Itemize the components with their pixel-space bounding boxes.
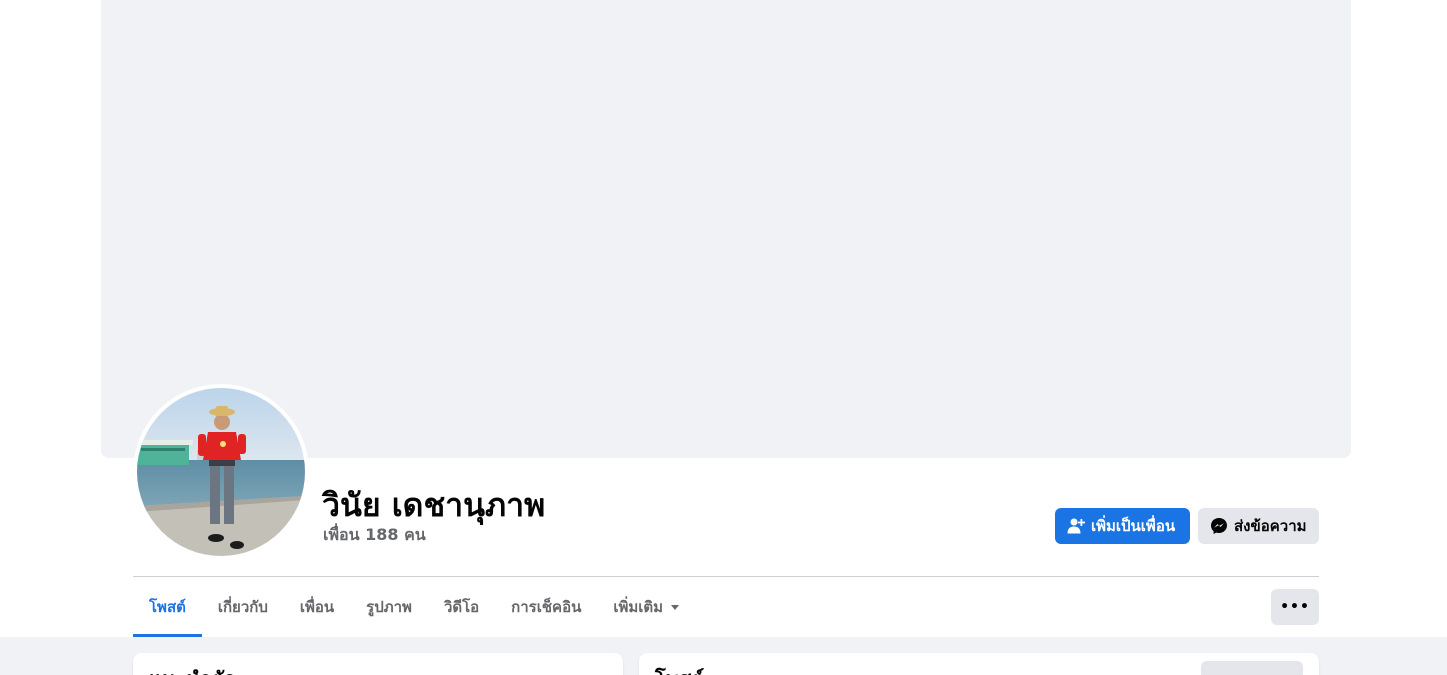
profile-picture[interactable] [137, 388, 305, 556]
caret-down-icon [671, 604, 680, 610]
friend-count[interactable]: เพื่อน 188 คน [323, 523, 426, 548]
tab-photos[interactable]: รูปภาพ [350, 577, 428, 637]
profile-tabs: โพสต์ เกี่ยวกับ เพื่อน รูปภาพ วิดีโอ การ… [133, 577, 695, 637]
posts-card: โพสต์ ตัวกรอง [639, 653, 1319, 675]
profile-picture-frame [133, 384, 309, 560]
send-message-button[interactable]: ส่งข้อความ [1198, 508, 1319, 544]
intro-title: แนะนำตัว [149, 663, 235, 675]
profile-photo-image [137, 388, 305, 556]
person-plus-icon [1067, 517, 1085, 535]
tab-checkins[interactable]: การเช็คอิน [495, 577, 597, 637]
send-message-label: ส่งข้อความ [1234, 517, 1307, 535]
tab-more[interactable]: เพิ่มเติม [597, 577, 695, 637]
add-friend-button[interactable]: เพิ่มเป็นเพื่อน [1055, 508, 1190, 544]
filter-button[interactable]: ตัวกรอง [1201, 661, 1303, 675]
tab-more-label: เพิ่มเติม [613, 598, 664, 616]
add-friend-label: เพิ่มเป็นเพื่อน [1091, 517, 1176, 535]
intro-card: แนะนำตัว [133, 653, 623, 675]
cover-photo[interactable] [101, 0, 1351, 458]
tab-friends[interactable]: เพื่อน [284, 577, 350, 637]
tab-about[interactable]: เกี่ยวกับ [202, 577, 284, 637]
tab-videos[interactable]: วิดีโอ [428, 577, 495, 637]
profile-page: วินัย เดชานุภาพ เพื่อน 188 คน เพิ่มเป็นเ… [0, 0, 1447, 675]
posts-title: โพสต์ [655, 663, 704, 675]
more-actions-button[interactable]: ••• [1271, 589, 1319, 625]
messenger-icon [1210, 517, 1228, 535]
tab-posts[interactable]: โพสต์ [133, 577, 202, 637]
